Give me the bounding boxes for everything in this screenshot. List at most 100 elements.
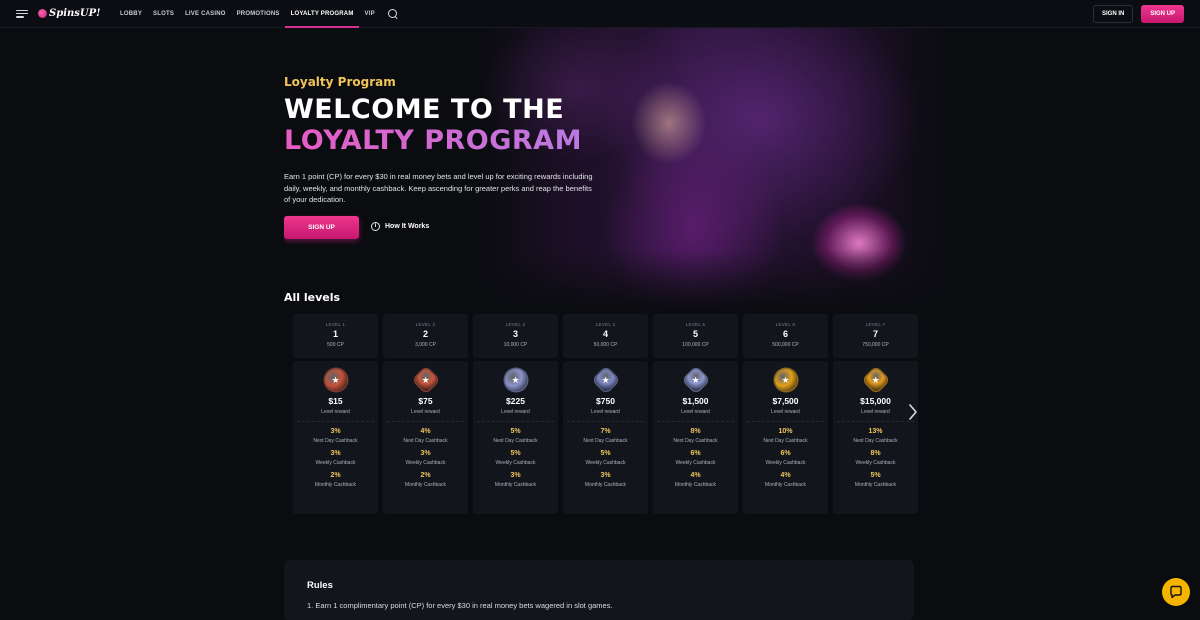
level-reward-amount: $1,500	[682, 396, 709, 406]
next-day-cashback-label: Next Day Cashback	[853, 438, 898, 444]
nav-item-slots[interactable]: SLOTS	[148, 0, 180, 28]
main-nav: LOBBY SLOTS LIVE CASINO PROMOTIONS LOYAL…	[115, 0, 381, 28]
divider	[567, 421, 644, 422]
level-medal-icon: ★	[412, 367, 439, 393]
level-cp: 100,000 CP	[682, 342, 709, 348]
logo-mark-icon	[38, 9, 47, 18]
level-number: 2	[422, 329, 428, 339]
how-it-works-label: How It Works	[385, 223, 430, 230]
rules-card: Rules 1. Earn 1 complimentary point (CP)…	[284, 560, 914, 620]
hero-eyebrow: Loyalty Program	[284, 75, 396, 89]
next-day-cashback-label: Next Day Cashback	[493, 438, 538, 444]
next-day-cashback-label: Next Day Cashback	[583, 438, 628, 444]
sign-in-button[interactable]: SIGN IN	[1092, 4, 1134, 23]
info-icon: i	[371, 222, 380, 231]
search-icon[interactable]	[388, 8, 398, 19]
level-card-3: LEVEL 3 3 10,000 CP ★ $225 Level reward 5% Next…	[473, 314, 558, 514]
weekly-cashback-value: 5%	[600, 450, 611, 457]
weekly-cashback-value: 3%	[330, 450, 341, 457]
weekly-cashback-label: Weekly Cashback	[765, 460, 806, 466]
level-cp: 10,000 CP	[503, 342, 528, 348]
level-details: ★ $225 Level reward 5% Next Day Cashback 5% We…	[473, 361, 558, 514]
monthly-cashback-label: Monthly Cashback	[314, 482, 357, 488]
top-navigation-bar: SpinsUP! LOBBY SLOTS LIVE CASINO PROMOTI…	[0, 0, 1200, 28]
level-card-6: LEVEL 6 6 500,000 CP ★ $7,500 Level reward 10%…	[743, 314, 828, 514]
menu-icon[interactable]	[16, 9, 28, 18]
rules-title: Rules	[307, 580, 333, 591]
hero-fade	[284, 250, 949, 310]
next-day-cashback-label: Next Day Cashback	[673, 438, 718, 444]
nav-item-vip[interactable]: VIP	[359, 0, 380, 28]
sign-up-button[interactable]: SIGN UP	[1141, 4, 1184, 23]
level-header: LEVEL 6 6 500,000 CP	[743, 314, 828, 358]
level-label: LEVEL 5	[685, 322, 706, 327]
level-reward-label: Level reward	[861, 409, 890, 415]
how-it-works-link[interactable]: i How It Works	[371, 222, 429, 231]
chat-icon	[1170, 585, 1182, 599]
next-day-cashback-value: 8%	[690, 428, 701, 435]
level-reward-label: Level reward	[591, 409, 620, 415]
level-header: LEVEL 2 2 3,000 CP	[383, 314, 468, 358]
level-reward-label: Level reward	[501, 409, 530, 415]
level-header: LEVEL 1 1 500 CP	[293, 314, 378, 358]
nav-item-loyalty-program[interactable]: LOYALTY PROGRAM	[285, 0, 359, 28]
level-cp: 500,000 CP	[772, 342, 799, 348]
level-header: LEVEL 7 7 750,000 CP	[833, 314, 918, 358]
monthly-cashback-value: 2%	[420, 472, 431, 479]
monthly-cashback-label: Monthly Cashback	[764, 482, 807, 488]
level-reward-amount: $7,500	[772, 396, 799, 406]
divider	[657, 421, 734, 422]
hero-title-line-2: LOYALTY PROGRAM	[284, 125, 582, 156]
divider	[837, 421, 914, 422]
level-number: 5	[692, 329, 698, 339]
monthly-cashback-label: Monthly Cashback	[404, 482, 447, 488]
monthly-cashback-label: Monthly Cashback	[674, 482, 717, 488]
chevron-right-icon[interactable]	[908, 404, 918, 420]
level-details: ★ $75 Level reward 4% Next Day Cashback 3% Wee…	[383, 361, 468, 514]
level-details: ★ $7,500 Level reward 10% Next Day Cashback 6…	[743, 361, 828, 514]
level-number: 1	[332, 329, 338, 339]
level-cp: 50,000 CP	[593, 342, 618, 348]
monthly-cashback-value: 4%	[690, 472, 701, 479]
level-label: LEVEL 1	[325, 322, 346, 327]
level-cp: 500 CP	[327, 342, 344, 348]
weekly-cashback-value: 8%	[870, 450, 881, 457]
hero-banner: Loyalty Program WELCOME TO THE LOYALTY P…	[284, 28, 949, 310]
hero-sign-up-button[interactable]: SIGN UP	[284, 216, 359, 239]
level-label: LEVEL 7	[865, 322, 886, 327]
live-chat-button[interactable]	[1162, 578, 1190, 606]
nav-item-lobby[interactable]: LOBBY	[115, 0, 148, 28]
divider	[747, 421, 824, 422]
level-reward-amount: $75	[418, 396, 433, 406]
logo[interactable]: SpinsUP!	[38, 8, 101, 19]
weekly-cashback-label: Weekly Cashback	[405, 460, 446, 466]
level-number: 3	[512, 329, 518, 339]
hero-description: Earn 1 point (CP) for every $30 in real …	[284, 172, 593, 204]
level-reward-amount: $15	[328, 396, 343, 406]
level-medal-icon: ★	[682, 367, 709, 393]
hero-title-line-1: WELCOME TO THE	[284, 94, 565, 125]
next-day-cashback-value: 5%	[510, 428, 521, 435]
divider	[387, 421, 464, 422]
level-card-2: LEVEL 2 2 3,000 CP ★ $75 Level reward 4% Next D…	[383, 314, 468, 514]
level-label: LEVEL 2	[415, 322, 436, 327]
next-day-cashback-value: 13%	[868, 428, 883, 435]
level-label: LEVEL 3	[505, 322, 526, 327]
monthly-cashback-value: 3%	[600, 472, 611, 479]
level-card-4: LEVEL 4 4 50,000 CP ★ $750 Level reward 7% Next…	[563, 314, 648, 514]
next-day-cashback-label: Next Day Cashback	[313, 438, 358, 444]
level-reward-label: Level reward	[321, 409, 350, 415]
level-label: LEVEL 6	[775, 322, 796, 327]
level-medal-icon: ★	[774, 369, 797, 391]
auth-buttons: SIGN IN SIGN UP	[1092, 4, 1184, 23]
monthly-cashback-value: 5%	[870, 472, 881, 479]
level-medal-icon: ★	[862, 367, 889, 393]
level-reward-amount: $750	[596, 396, 615, 406]
weekly-cashback-label: Weekly Cashback	[675, 460, 716, 466]
weekly-cashback-label: Weekly Cashback	[585, 460, 626, 466]
nav-item-live-casino[interactable]: LIVE CASINO	[180, 0, 232, 28]
nav-item-promotions[interactable]: PROMOTIONS	[231, 0, 285, 28]
level-number: 6	[782, 329, 788, 339]
level-details: ★ $15 Level reward 3% Next Day Cashback 3% Wee…	[293, 361, 378, 514]
logo-text: SpinsUP!	[49, 8, 101, 19]
